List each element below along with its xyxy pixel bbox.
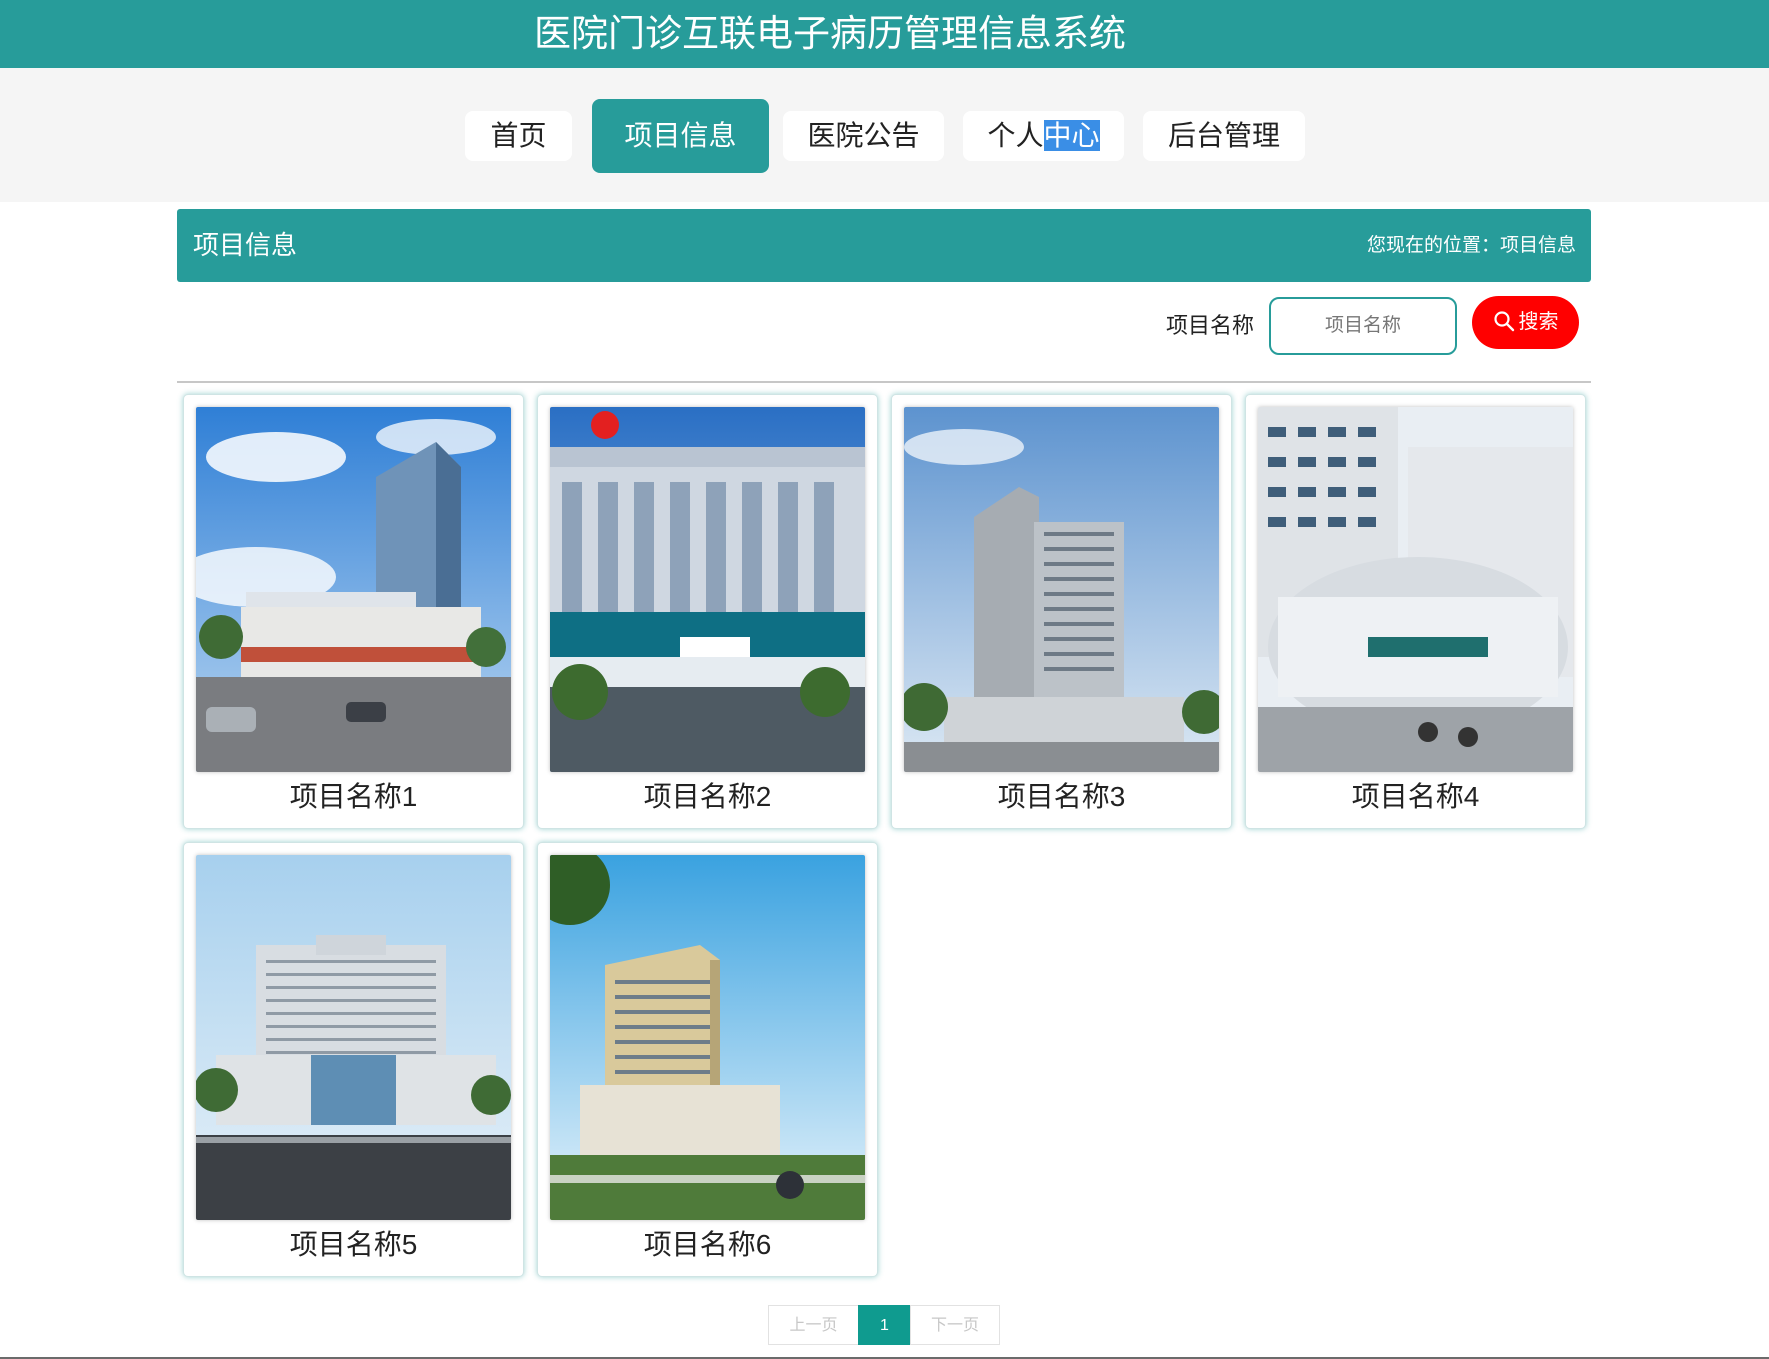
next-page-button[interactable]: 下一页 (910, 1305, 1000, 1345)
nav-item-home[interactable]: 首页 (465, 111, 572, 161)
project-card[interactable]: 项目名称1 (183, 394, 524, 829)
project-name: 项目名称6 (643, 1229, 772, 1260)
breadcrumb: 您现在的位置：项目信息 (1366, 235, 1576, 256)
nav-item-personal-center-label: 个人 (987, 120, 1044, 151)
search-label: 项目名称 (1166, 313, 1255, 338)
app-title: 医院门诊互联电子病历管理信息系统 (534, 13, 1126, 54)
hospital-photo (550, 407, 865, 772)
search-button-label: 搜索 (1518, 311, 1559, 333)
selected-text-highlight: 中心 (1043, 120, 1100, 151)
hospital-photo (196, 407, 511, 772)
prev-page-button[interactable]: 上一页 (768, 1305, 859, 1345)
search-icon (1493, 311, 1514, 332)
project-name: 项目名称1 (289, 781, 418, 812)
project-name: 项目名称4 (1351, 781, 1480, 812)
project-card[interactable]: 项目名称4 (1245, 394, 1586, 829)
nav-item-personal-center[interactable]: 个人中心 (963, 111, 1124, 161)
hospital-photo (904, 407, 1219, 772)
search-button[interactable]: 搜索 (1472, 296, 1579, 349)
app-header: 医院门诊互联电子病历管理信息系统 (0, 0, 1769, 68)
nav-item-project-info[interactable]: 项目信息 (592, 99, 769, 173)
hospital-photo (1258, 407, 1573, 772)
project-name: 项目名称2 (643, 781, 772, 812)
pagination: 上一页 1 下一页 (768, 1305, 1000, 1345)
project-card[interactable]: 项目名称2 (537, 394, 878, 829)
hospital-photo (550, 855, 865, 1220)
hospital-photo (196, 855, 511, 1220)
search-input[interactable] (1269, 297, 1457, 355)
project-card[interactable]: 项目名称5 (183, 842, 524, 1277)
project-name: 项目名称5 (289, 1229, 418, 1260)
project-name: 项目名称3 (997, 781, 1126, 812)
section-header: 项目信息 您现在的位置：项目信息 (177, 209, 1591, 282)
nav-item-admin[interactable]: 后台管理 (1143, 111, 1305, 161)
divider (177, 381, 1591, 383)
nav-bar: 首页 项目信息 医院公告 个人中心 后台管理 (0, 68, 1769, 202)
project-card[interactable]: 项目名称6 (537, 842, 878, 1277)
nav-item-hospital-notice[interactable]: 医院公告 (783, 111, 944, 161)
section-title: 项目信息 (193, 230, 298, 260)
project-card[interactable]: 项目名称3 (891, 394, 1232, 829)
page-button-current[interactable]: 1 (858, 1305, 911, 1345)
